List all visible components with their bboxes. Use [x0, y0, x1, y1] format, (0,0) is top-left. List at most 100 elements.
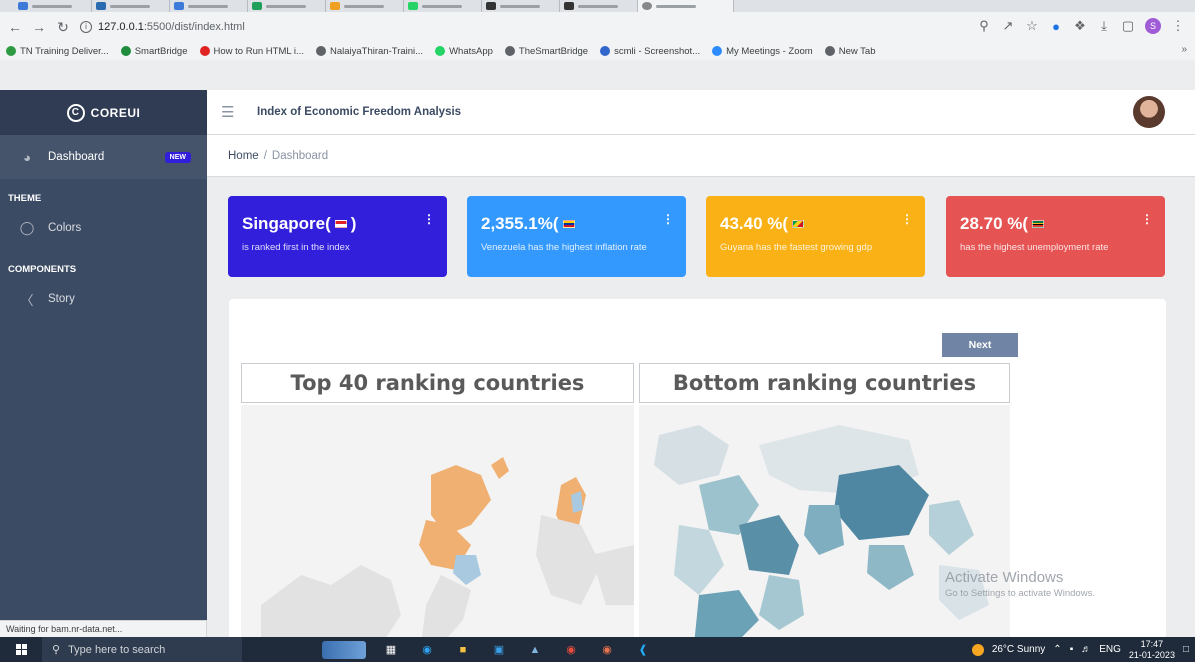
weather-icon — [971, 643, 984, 656]
next-button[interactable]: Next — [942, 333, 1018, 357]
bookmark-item[interactable]: WhatsApp — [435, 46, 493, 57]
browser-tab[interactable] — [404, 0, 482, 12]
file-explorer-icon[interactable]: ■ — [452, 641, 474, 659]
drop-icon: ◯ — [19, 220, 35, 235]
browser-tab[interactable] — [92, 0, 170, 12]
chrome-profile-icon[interactable]: ◉ — [596, 641, 618, 659]
hamburger-menu-icon[interactable]: ☰ — [221, 103, 241, 121]
widget-menu-icon[interactable]: ⋮ — [901, 212, 913, 226]
browser-tab[interactable] — [326, 0, 404, 12]
bookmark-item[interactable]: scmli - Screenshot... — [600, 46, 700, 57]
browser-tab-active[interactable] — [638, 0, 734, 12]
windows-start-icon[interactable] — [8, 637, 34, 662]
bookmarks-overflow-button[interactable]: » — [1181, 44, 1187, 55]
bottom-ranking-map[interactable] — [639, 405, 1010, 639]
profile-avatar[interactable]: S — [1145, 18, 1161, 34]
widget-menu-icon[interactable]: ⋮ — [1141, 212, 1153, 226]
url-host: 127.0.0.1 — [98, 21, 144, 33]
widget-menu-icon[interactable]: ⋮ — [423, 212, 435, 226]
star-icon[interactable]: ☆ — [1025, 18, 1039, 33]
chrome-icon[interactable]: ◉ — [560, 641, 582, 659]
widget-guyana: 43.40 %( Guyana has the fastest growing … — [706, 196, 925, 277]
bookmark-item[interactable]: New Tab — [824, 46, 876, 57]
top-ranking-title: Top 40 ranking countries — [241, 363, 634, 403]
zoom-icon[interactable]: ⚲ — [977, 18, 991, 33]
volume-icon[interactable]: ♬ — [1081, 644, 1091, 655]
browser-tab[interactable] — [248, 0, 326, 12]
browser-tab[interactable] — [170, 0, 248, 12]
browser-tab[interactable] — [482, 0, 560, 12]
widget-menu-icon[interactable]: ⋮ — [662, 212, 674, 226]
widget-text: Guyana has the fastest growing gdp — [720, 242, 873, 253]
widget-text: Venezuela has the highest inflation rate — [481, 242, 647, 253]
sidebar-item-dashboard[interactable]: ◕ Dashboard NEW — [0, 135, 207, 179]
bookmark-favicon-icon — [199, 46, 210, 56]
info-icon[interactable]: i — [80, 21, 92, 33]
bookmark-favicon-icon — [315, 46, 326, 56]
top-header: ☰ Index of Economic Freedom Analysis — [207, 90, 1195, 135]
nav-section-title: COMPONENTS — [8, 264, 77, 275]
clock[interactable]: 17:47 21-01-2023 — [1129, 639, 1175, 661]
forward-icon[interactable]: → — [30, 18, 48, 36]
vscode-icon[interactable]: ❰ — [632, 641, 654, 659]
tray-chevron-icon[interactable]: ⌃ — [1053, 644, 1061, 655]
extension-icon[interactable]: ● — [1049, 19, 1063, 34]
weather-text[interactable]: 26°C Sunny — [992, 644, 1045, 655]
venezuela-flag-icon — [562, 220, 575, 228]
brand-name: COREUI — [90, 105, 141, 120]
bookmark-item[interactable]: TheSmartBridge — [504, 46, 588, 57]
download-icon[interactable]: ⤓ — [1097, 18, 1111, 33]
bookmark-item[interactable]: How to Run HTML i... — [199, 46, 304, 57]
bookmark-item[interactable]: SmartBridge — [120, 46, 188, 57]
breadcrumb: Home / Dashboard — [207, 135, 1195, 177]
top-ranking-map[interactable] — [241, 405, 634, 639]
reload-icon[interactable]: ↻ — [54, 18, 72, 36]
browser-toolbar: ← → ↻ i 127.0.0.1:5500/dist/index.html ⚲… — [0, 12, 1195, 60]
bookmark-favicon-icon — [600, 46, 611, 56]
bookmark-item[interactable]: NalaiyaThiran-Traini... — [315, 46, 423, 57]
task-view-icon[interactable]: ▦ — [380, 641, 402, 659]
world-map-bottom — [654, 425, 989, 639]
language-indicator[interactable]: ENG — [1099, 644, 1121, 655]
taskbar-widget-icon[interactable] — [322, 640, 366, 659]
user-avatar[interactable] — [1133, 96, 1165, 128]
sidebar-item-story[interactable]: 〈 Story — [0, 277, 207, 321]
sidebar-item-label: Story — [48, 293, 75, 305]
widget-value: 28.70 %( — [960, 214, 1029, 233]
widget-unemployment: 28.70 %( has the highest unemployment ra… — [946, 196, 1165, 277]
puzzle-icon[interactable]: ❖ — [1073, 18, 1087, 33]
more-icon[interactable]: ⋮ — [1171, 18, 1185, 33]
browser-tab[interactable] — [14, 0, 92, 12]
bookmark-favicon-icon — [6, 46, 16, 56]
breadcrumb-home[interactable]: Home — [228, 150, 259, 162]
top-ranking-map-panel: Top 40 ranking countries — [241, 363, 634, 639]
clock-time: 17:47 — [1140, 638, 1164, 649]
activate-windows-watermark: Activate Windows Go to Settings to activ… — [945, 569, 1095, 599]
bookmark-favicon-icon — [712, 46, 723, 56]
nav-section-title: THEME — [8, 193, 42, 204]
bookmark-item[interactable]: My Meetings - Zoom — [712, 46, 813, 57]
coreui-logo-icon: C — [66, 103, 85, 122]
bookmark-item[interactable]: TN Training Deliver... — [6, 46, 109, 57]
browser-tab-strip — [0, 0, 1195, 12]
widget-value: Singapore( — [242, 214, 331, 233]
window-icon[interactable]: ▢ — [1121, 18, 1135, 33]
edge-icon[interactable]: ◉ — [416, 641, 438, 659]
store-icon[interactable]: ▣ — [488, 641, 510, 659]
url-bar[interactable]: i 127.0.0.1:5500/dist/index.html — [80, 17, 780, 37]
browser-status-bubble: Waiting for bam.nr-data.net... — [0, 620, 207, 637]
app-icon[interactable]: ▲ — [524, 641, 546, 659]
bookmark-favicon-icon — [504, 46, 515, 56]
taskbar-search[interactable]: ⚲ Type here to search — [42, 637, 242, 662]
back-icon[interactable]: ← — [6, 18, 24, 36]
page-title: Index of Economic Freedom Analysis — [257, 106, 462, 118]
browser-tab[interactable] — [560, 0, 638, 12]
notification-icon[interactable]: □ — [1183, 644, 1189, 655]
sidebar-item-colors[interactable]: ◯ Colors — [0, 206, 207, 250]
network-icon[interactable]: ▪ — [1070, 644, 1074, 655]
bottom-ranking-title: Bottom ranking countries — [639, 363, 1010, 403]
widget-venezuela: 2,355.1%( Venezuela has the highest infl… — [467, 196, 686, 277]
share-icon[interactable]: ↗ — [1001, 18, 1015, 33]
brand-logo[interactable]: C COREUI — [0, 90, 207, 135]
singapore-flag-icon — [334, 220, 347, 228]
